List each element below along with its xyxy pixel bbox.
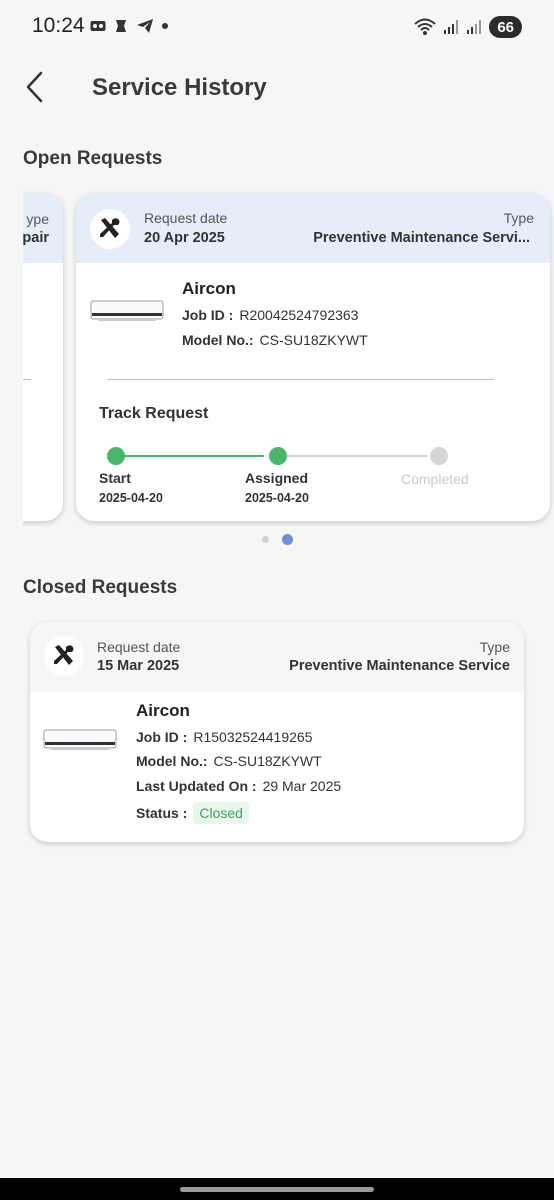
- type-value: Preventive Maintenance Servi...: [313, 230, 530, 246]
- job-id: R15032524419265: [193, 729, 313, 745]
- step-date-assigned: 2025-04-20: [245, 491, 309, 505]
- wifi-icon: [414, 18, 436, 35]
- open-requests-title: Open Requests: [23, 148, 163, 169]
- closed-requests-title: Closed Requests: [23, 577, 178, 598]
- signal-icon: [444, 20, 459, 34]
- pager-dot[interactable]: [262, 536, 269, 543]
- type-value: Preventive Maintenance Service: [289, 658, 510, 674]
- tools-icon: [54, 645, 74, 665]
- step-dot-assigned: [269, 447, 287, 465]
- request-date: 15 Mar 2025: [97, 658, 180, 674]
- home-gesture-handle[interactable]: [180, 1187, 374, 1192]
- step-label-assigned: Assigned: [245, 470, 309, 486]
- request-date-label: Request date: [97, 639, 181, 655]
- model-number: CS-SU18ZKYWT: [259, 332, 368, 348]
- progress-line-pending: [286, 455, 428, 457]
- type-label: Type: [503, 210, 534, 226]
- card-header: Request date 15 Mar 2025 Type Preventive…: [30, 622, 524, 692]
- app-icon: [116, 20, 126, 32]
- last-updated-label: Last Updated On :: [136, 778, 257, 794]
- request-date-label: Request date: [144, 210, 228, 226]
- track-request-title: Track Request: [99, 405, 209, 422]
- request-date: 20 Apr 2025: [144, 230, 225, 246]
- back-button[interactable]: [18, 70, 52, 104]
- product-name: Aircon: [182, 279, 236, 298]
- model-label: Model No.:: [182, 332, 254, 348]
- signal-icon: [467, 20, 482, 34]
- service-tool-badge: [44, 636, 84, 676]
- step-label-start: Start: [99, 470, 131, 486]
- page-title: Service History: [92, 74, 267, 101]
- battery-icon: 66: [489, 16, 522, 38]
- card-header: Request date 20 Apr 2025 Type Preventive…: [76, 193, 550, 263]
- step-dot-start: [107, 447, 125, 465]
- pager-dot-active[interactable]: [282, 534, 293, 545]
- type-label: Type: [479, 639, 510, 655]
- model-row: Model No.: CS-SU18ZKYWT: [182, 332, 368, 348]
- job-id-label: Job ID :: [182, 307, 234, 323]
- step-label-completed: Completed: [401, 471, 469, 487]
- system-icons: 66: [414, 16, 522, 38]
- last-updated-date: 29 Mar 2025: [262, 778, 342, 794]
- job-id-label: Job ID :: [136, 729, 188, 745]
- status-bar: 10:24 66: [0, 0, 554, 52]
- progress-line-done: [124, 455, 264, 457]
- job-id: R20042524792363: [239, 307, 359, 323]
- tools-icon: [100, 218, 120, 238]
- type-value: pair: [23, 230, 49, 246]
- status-row: Status : Closed: [136, 802, 249, 824]
- divider: [108, 379, 494, 380]
- open-request-card[interactable]: Request date 20 Apr 2025 Type Preventive…: [76, 193, 550, 521]
- model-number: CS-SU18ZKYWT: [213, 753, 322, 769]
- card-header: ype pair: [23, 193, 63, 263]
- model-label: Model No.:: [136, 753, 208, 769]
- voicemail-icon: [90, 21, 106, 31]
- status-badge: Closed: [193, 802, 249, 824]
- open-requests-carousel[interactable]: ype pair Request date 20 Apr 2025 Type P…: [23, 190, 554, 530]
- last-updated-row: Last Updated On : 29 Mar 2025: [136, 778, 341, 794]
- aircon-image: [90, 300, 164, 321]
- step-dot-completed: [430, 447, 448, 465]
- battery-level: 66: [497, 18, 514, 36]
- closed-request-card[interactable]: Request date 15 Mar 2025 Type Preventive…: [30, 622, 524, 842]
- notification-icons: [90, 18, 169, 34]
- app-header: Service History: [0, 60, 554, 120]
- service-tool-badge: [90, 209, 130, 249]
- status-label: Status :: [136, 805, 188, 821]
- carousel-pager: [0, 534, 554, 546]
- open-request-card-peek[interactable]: ype pair: [23, 193, 63, 521]
- aircon-image: [43, 729, 117, 750]
- divider: [23, 379, 31, 380]
- job-id-row: Job ID : R20042524792363: [182, 307, 358, 323]
- dot-icon: [162, 23, 168, 29]
- step-date-start: 2025-04-20: [99, 491, 163, 505]
- telegram-icon: [137, 19, 153, 33]
- job-id-row: Job ID : R15032524419265: [136, 729, 312, 745]
- model-row: Model No.: CS-SU18ZKYWT: [136, 753, 322, 769]
- type-label: ype: [26, 211, 49, 227]
- product-name: Aircon: [136, 701, 190, 720]
- status-time: 10:24: [32, 14, 85, 37]
- chevron-left-icon: [26, 71, 43, 103]
